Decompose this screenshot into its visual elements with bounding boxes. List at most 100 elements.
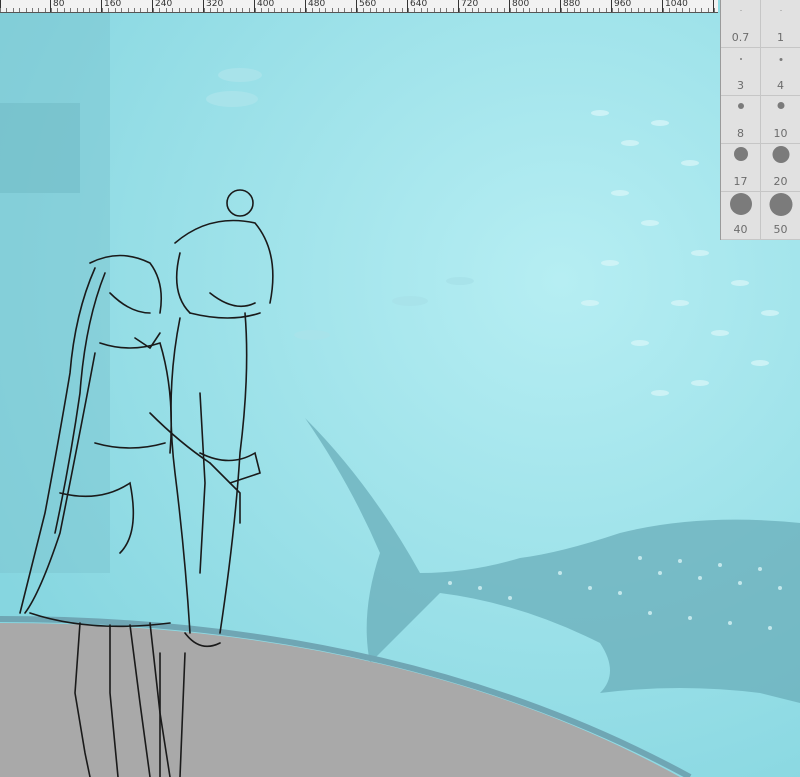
ruler-minor-tick [714, 8, 715, 12]
ruler-minor-tick [26, 8, 27, 12]
ruler-minor-tick [478, 8, 479, 12]
ruler-minor-tick [121, 8, 122, 12]
ruler-minor-tick [497, 8, 498, 12]
ruler-minor-tick [625, 8, 626, 12]
ruler-minor-tick [89, 8, 90, 12]
ruler-minor-tick [338, 8, 339, 12]
ruler-minor-tick [408, 8, 409, 12]
ruler-minor-tick [281, 8, 282, 12]
ruler-minor-tick [669, 8, 670, 12]
ruler-minor-tick [236, 8, 237, 12]
drawing-canvas[interactable] [0, 13, 800, 777]
ruler-minor-tick [332, 8, 333, 12]
ruler-minor-tick [548, 8, 549, 12]
ruler-minor-tick [606, 8, 607, 12]
brush-size-10[interactable]: 10 [761, 96, 800, 144]
ruler-minor-tick [140, 8, 141, 12]
brush-dot-icon [737, 103, 744, 109]
ruler-minor-tick [0, 8, 1, 12]
brush-dot-icon [772, 146, 789, 163]
ruler-minor-tick [421, 8, 422, 12]
ruler-label: 720 [461, 0, 479, 9]
ruler-minor-tick [389, 8, 390, 12]
ruler-label: 640 [410, 0, 428, 9]
brush-dot-icon [780, 10, 781, 11]
ruler-minor-tick [561, 8, 562, 12]
brush-size-20[interactable]: 20 [761, 144, 800, 192]
ruler-minor-tick [96, 8, 97, 12]
brush-size-17[interactable]: 17 [721, 144, 761, 192]
ruler-minor-tick [682, 8, 683, 12]
ruler-minor-tick [612, 8, 613, 12]
brush-dot-icon [779, 58, 782, 61]
brush-size-8[interactable]: 8 [721, 96, 761, 144]
ruler-minor-tick [115, 8, 116, 12]
brush-size-label: 1 [777, 31, 784, 44]
ruler-minor-tick [128, 8, 129, 12]
ruler-minor-tick [567, 8, 568, 12]
brush-size-label: 8 [737, 127, 744, 140]
brush-size-0-7[interactable]: 0.7 [721, 0, 761, 48]
ruler-label: 80 [53, 0, 65, 9]
ruler-minor-tick [147, 8, 148, 12]
ruler-minor-tick [446, 8, 447, 12]
brush-size-4[interactable]: 4 [761, 48, 800, 96]
ruler-minor-tick [274, 8, 275, 12]
ruler-minor-tick [689, 8, 690, 12]
ruler-minor-tick [319, 8, 320, 12]
ruler-minor-tick [51, 8, 52, 12]
ruler-minor-tick [618, 8, 619, 12]
ruler-minor-tick [38, 8, 39, 12]
ruler-minor-tick [663, 8, 664, 12]
ruler-minor-tick [249, 8, 250, 12]
ruler-minor-tick [708, 8, 709, 12]
brush-size-3[interactable]: 3 [721, 48, 761, 96]
ruler-minor-tick [210, 8, 211, 12]
ruler-minor-tick [599, 8, 600, 12]
ruler-minor-tick [325, 8, 326, 12]
ruler-minor-tick [363, 8, 364, 12]
ruler-minor-tick [657, 8, 658, 12]
ruler-minor-tick [529, 8, 530, 12]
ruler-minor-tick [166, 8, 167, 12]
brush-size-50[interactable]: 50 [761, 192, 800, 240]
ruler-label: 240 [155, 0, 173, 9]
ruler-minor-tick [293, 8, 294, 12]
ruler-minor-tick [172, 8, 173, 12]
ruler-minor-tick [555, 8, 556, 12]
ruler-minor-tick [472, 8, 473, 12]
ruler-label: 960 [614, 0, 632, 9]
brush-size-palette: 0.7 1 3 4 8 10 17 20 40 50 [720, 0, 800, 240]
ruler-minor-tick [159, 8, 160, 12]
ruler-label: 800 [512, 0, 530, 9]
ruler-label: 160 [104, 0, 122, 9]
ruler-minor-tick [638, 8, 639, 12]
ruler-minor-tick [440, 8, 441, 12]
brush-size-1[interactable]: 1 [761, 0, 800, 48]
ruler-minor-tick [504, 8, 505, 12]
ruler-minor-tick [217, 8, 218, 12]
ruler-minor-tick [185, 8, 186, 12]
brush-size-40[interactable]: 40 [721, 192, 761, 240]
ruler-minor-tick [6, 8, 7, 12]
ruler-minor-tick [191, 8, 192, 12]
ruler-minor-tick [701, 8, 702, 12]
ruler-minor-tick [370, 8, 371, 12]
ruler-minor-tick [32, 8, 33, 12]
ruler-minor-tick [485, 8, 486, 12]
ruler-minor-tick [593, 8, 594, 12]
ruler-minor-tick [344, 8, 345, 12]
ruler-minor-tick [434, 8, 435, 12]
ruler-minor-tick [631, 8, 632, 12]
ruler-minor-tick [287, 8, 288, 12]
brush-size-label: 17 [733, 175, 748, 188]
ruler-minor-tick [153, 8, 154, 12]
ruler-minor-tick [306, 8, 307, 12]
brush-size-label: 40 [733, 223, 748, 236]
ruler-minor-tick [427, 8, 428, 12]
ruler-label: 320 [206, 0, 224, 9]
ruler-minor-tick [516, 8, 517, 12]
ruler-minor-tick [45, 8, 46, 12]
tank-pillar [0, 13, 110, 573]
ruler-minor-tick [414, 8, 415, 12]
